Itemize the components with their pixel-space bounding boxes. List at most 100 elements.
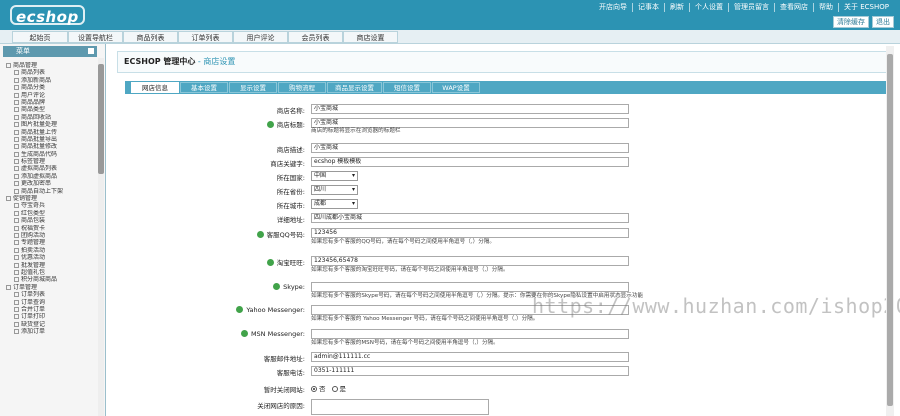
text-input[interactable]: 0351-111111 <box>311 366 629 376</box>
tab-goods-list[interactable]: 商品列表 <box>123 31 178 43</box>
sidebar-item[interactable]: 标签管理 <box>3 158 97 165</box>
sidebar-item[interactable]: 图片批量处理 <box>3 121 97 128</box>
help-link[interactable]: 帮助 <box>813 3 838 12</box>
sidebar-item[interactable]: 商品品牌 <box>3 99 97 106</box>
help-icon[interactable] <box>240 330 248 337</box>
tab-sms-settings[interactable]: 短信设置 <box>383 82 431 93</box>
sidebar-item[interactable]: 缺货登记 <box>3 321 97 328</box>
sidebar-item[interactable]: 更改加密串 <box>3 180 97 187</box>
view-shop-link[interactable]: 查看网店 <box>774 3 813 12</box>
select-field[interactable]: 四川 ▾ <box>311 185 358 195</box>
main-scrollbar[interactable] <box>886 46 894 416</box>
expand-icon[interactable] <box>6 63 11 68</box>
help-icon[interactable] <box>266 259 274 266</box>
sidebar-group[interactable]: 促销管理 <box>3 195 97 202</box>
collapse-icon[interactable] <box>88 48 94 54</box>
help-icon[interactable] <box>256 231 264 238</box>
expand-icon[interactable] <box>6 196 11 202</box>
about-link[interactable]: 关于 ECSHOP <box>838 3 894 12</box>
sidebar-item[interactable]: 用户评论 <box>3 92 97 99</box>
top-bar: ecshop 开店向导 记事本 刷新 个人设置 管理员留言 查看网店 帮助 关于… <box>0 0 900 30</box>
sidebar-scrollbar[interactable] <box>98 58 104 416</box>
sidebar-item[interactable]: 虚拟商品列表 <box>3 165 97 172</box>
radio-button[interactable] <box>311 386 317 392</box>
clear-cache-button[interactable]: 清除缓存 <box>833 16 869 28</box>
sidebar-item[interactable]: 批发管理 <box>3 262 97 269</box>
select-field[interactable]: 成都 ▾ <box>311 199 358 209</box>
tab-basic-settings[interactable]: 基本设置 <box>180 82 228 93</box>
sidebar-item[interactable]: 优惠活动 <box>3 254 97 261</box>
help-icon[interactable] <box>236 306 244 313</box>
sidebar-item[interactable]: 夺宝奇兵 <box>3 202 97 209</box>
text-input[interactable]: 小宝商城 <box>311 143 629 153</box>
sidebar-item-label: 商品批量导出 <box>21 135 58 143</box>
text-input[interactable]: admin@111111.cc <box>311 352 629 362</box>
tab-shopping-flow[interactable]: 购物流程 <box>278 82 326 93</box>
text-input[interactable]: 小宝商城 <box>311 104 629 114</box>
tab-user-comments[interactable]: 用户评论 <box>233 31 288 43</box>
tab-nav-settings[interactable]: 设置导航栏 <box>68 31 123 43</box>
setup-wizard-link[interactable]: 开店向导 <box>594 3 632 12</box>
field-label: 淘宝旺旺: <box>266 257 305 267</box>
sidebar-item[interactable]: 专题管理 <box>3 239 97 246</box>
sidebar-item-label: 优惠活动 <box>21 254 46 262</box>
sidebar-item[interactable]: 订单查询 <box>3 299 97 306</box>
sidebar-item[interactable]: 订单打印 <box>3 313 97 320</box>
tab-member-list[interactable]: 会员列表 <box>288 31 343 43</box>
sidebar-item-label: 积分商城商品 <box>21 276 58 284</box>
sidebar-item[interactable]: 红包类型 <box>3 210 97 217</box>
field-label: 客服电话: <box>277 367 305 377</box>
tab-shop-info[interactable]: 网店信息 <box>131 82 179 93</box>
sidebar-item-label: 商品批量修改 <box>21 143 58 151</box>
sidebar-item[interactable]: 商品分类 <box>3 84 97 91</box>
sidebar-item[interactable]: 祝福贺卡 <box>3 225 97 232</box>
help-icon[interactable] <box>266 121 274 128</box>
sidebar-item[interactable]: 商品回收站 <box>3 114 97 121</box>
sidebar-group[interactable]: 订单管理 <box>3 284 97 291</box>
text-input[interactable]: 四川成都小宝商城 <box>311 213 629 223</box>
sidebar-item[interactable]: 商品类型 <box>3 106 97 113</box>
sidebar-item[interactable]: 添加新商品 <box>3 77 97 84</box>
sidebar-item[interactable]: 商品批量上传 <box>3 129 97 136</box>
tab-shop-settings[interactable]: 商店设置 <box>343 31 398 43</box>
tab-start[interactable]: 起始页 <box>12 31 68 43</box>
sidebar-item[interactable]: 合并订单 <box>3 306 97 313</box>
sidebar-item[interactable]: 添加订单 <box>3 328 97 335</box>
sidebar-item[interactable]: 添加虚拟商品 <box>3 173 97 180</box>
main-content: ECSHOP 管理中心 - 商店设置 网店信息 基本设置 显示设置 购物流程 商… <box>107 44 900 416</box>
item-icon <box>14 203 19 209</box>
expand-icon[interactable] <box>6 284 11 290</box>
tab-wap-settings[interactable]: WAP设置 <box>432 82 480 93</box>
sidebar-item[interactable]: 积分商城商品 <box>3 276 97 283</box>
sidebar-item[interactable]: 拍卖活动 <box>3 247 97 254</box>
main-scroll-thumb[interactable] <box>887 54 893 406</box>
sidebar-group[interactable]: 商品管理 <box>3 62 97 69</box>
sidebar-item[interactable]: 商品批量导出 <box>3 136 97 143</box>
sidebar-item[interactable]: 商品自动上下架 <box>3 188 97 195</box>
sidebar-item[interactable]: 商品列表 <box>3 69 97 76</box>
help-icon[interactable] <box>273 283 281 290</box>
sidebar-item[interactable]: 生成商品代码 <box>3 151 97 158</box>
personal-settings-link[interactable]: 个人设置 <box>689 3 728 12</box>
refresh-link[interactable]: 刷新 <box>664 3 689 12</box>
notepad-link[interactable]: 记事本 <box>632 3 664 12</box>
admin-messages-link[interactable]: 管理员留言 <box>728 3 774 12</box>
sidebar-tree: 商品管理 商品列表 添加新商品 商品分类 用户评论 商品品牌 商品类型 商品回收站 图片批量处理… <box>3 62 97 335</box>
text-input[interactable] <box>311 399 489 415</box>
sidebar-item[interactable]: 超值礼包 <box>3 269 97 276</box>
tab-goods-display[interactable]: 商品显示设置 <box>327 82 382 93</box>
sidebar-item[interactable]: 团购活动 <box>3 232 97 239</box>
tab-order-list[interactable]: 订单列表 <box>178 31 233 43</box>
sidebar-item[interactable]: 商品批量修改 <box>3 143 97 150</box>
item-icon <box>14 232 19 238</box>
select-field[interactable]: 中国 ▾ <box>311 171 358 181</box>
item-icon <box>14 292 19 298</box>
tab-display-settings[interactable]: 显示设置 <box>229 82 277 93</box>
field-label: 客服邮件地址: <box>264 353 305 363</box>
sidebar-item[interactable]: 商品包装 <box>3 217 97 224</box>
sidebar-item[interactable]: 订单列表 <box>3 291 97 298</box>
sidebar-scroll-thumb[interactable] <box>98 64 104 174</box>
logout-button[interactable]: 退出 <box>872 16 894 28</box>
text-input[interactable]: ecshop 模板模板 <box>311 157 629 167</box>
radio-button[interactable] <box>331 386 338 392</box>
